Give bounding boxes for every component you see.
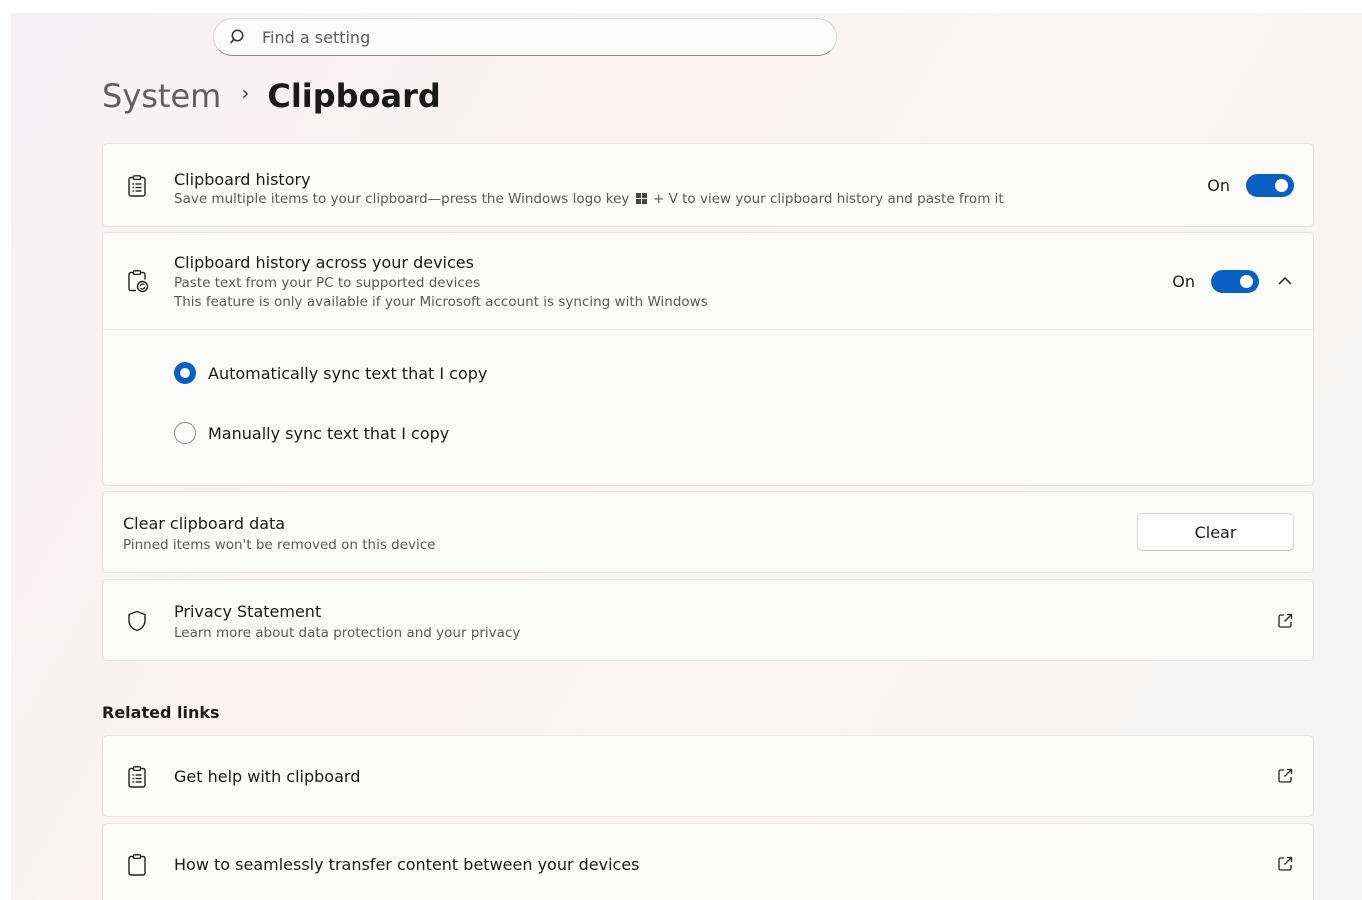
radio-auto-sync[interactable]: Automatically sync text that I copy	[174, 362, 487, 384]
clear-button[interactable]: Clear	[1137, 513, 1294, 551]
sync-devices-description-2: This feature is only available if your M…	[174, 294, 708, 310]
related-link-label: How to seamlessly transfer content betwe…	[174, 855, 640, 874]
clipboard-sync-icon	[128, 270, 149, 293]
external-link-icon[interactable]	[1276, 767, 1294, 785]
clear-data-card: Clear clipboard data Pinned items won't …	[102, 491, 1314, 573]
clipboard-icon	[128, 854, 146, 876]
radio-button-unselected[interactable]	[174, 422, 196, 444]
clipboard-list-icon	[128, 175, 146, 197]
sync-devices-title: Clipboard history across your devices	[174, 253, 474, 272]
privacy-statement-card[interactable]: Privacy Statement Learn more about data …	[102, 579, 1314, 661]
related-link-help[interactable]: Get help with clipboard	[102, 735, 1314, 817]
chevron-up-icon[interactable]	[1277, 275, 1293, 287]
clipboard-history-description: Save multiple items to your clipboard—pr…	[174, 191, 1004, 207]
privacy-title: Privacy Statement	[174, 602, 322, 621]
clear-data-title: Clear clipboard data	[123, 514, 286, 533]
sync-devices-toggle[interactable]	[1211, 270, 1259, 293]
toggle-state-label: On	[1207, 176, 1230, 195]
settings-window: Find a setting System › Clipboard Clipbo…	[11, 13, 1362, 900]
clipboard-history-toggle[interactable]	[1246, 174, 1294, 197]
breadcrumb: System › Clipboard	[102, 77, 441, 115]
clipboard-history-toggle-group: On	[1207, 174, 1294, 197]
expander-divider	[103, 329, 1313, 330]
clear-data-description: Pinned items won't be removed on this de…	[123, 537, 436, 553]
description-part-2: + V to view your clipboard history and p…	[652, 191, 1004, 207]
radio-label: Automatically sync text that I copy	[208, 363, 488, 383]
sync-devices-card: Clipboard history across your devices Pa…	[102, 232, 1314, 486]
clipboard-history-card: Clipboard history Save multiple items to…	[102, 143, 1314, 227]
privacy-description: Learn more about data protection and you…	[174, 625, 521, 641]
external-link-icon[interactable]	[1276, 855, 1294, 873]
shield-icon	[128, 610, 146, 632]
breadcrumb-system-link[interactable]: System	[102, 77, 221, 115]
toggle-state-label: On	[1172, 272, 1195, 291]
radio-label: Manually sync text that I copy	[208, 423, 450, 443]
radio-button-selected[interactable]	[174, 362, 196, 384]
search-input[interactable]: Find a setting	[262, 28, 370, 47]
related-link-label: Get help with clipboard	[174, 767, 361, 786]
search-box[interactable]: Find a setting	[213, 18, 837, 56]
page-title: Clipboard	[267, 77, 441, 115]
related-link-transfer[interactable]: How to seamlessly transfer content betwe…	[102, 823, 1314, 900]
clipboard-history-title: Clipboard history	[174, 170, 311, 189]
toggle-knob	[1240, 275, 1253, 288]
breadcrumb-chevron: ›	[241, 81, 250, 105]
windows-logo-icon	[635, 193, 647, 204]
external-link-icon[interactable]	[1276, 612, 1294, 630]
clipboard-list-icon	[128, 766, 146, 788]
sync-devices-toggle-group: On	[1172, 270, 1259, 293]
radio-manual-sync[interactable]: Manually sync text that I copy	[174, 422, 449, 444]
description-part-1: Save multiple items to your clipboard—pr…	[174, 191, 630, 207]
search-icon	[230, 29, 244, 44]
toggle-knob	[1275, 179, 1288, 192]
related-links-heading: Related links	[102, 703, 220, 722]
sync-devices-description-1: Paste text from your PC to supported dev…	[174, 275, 481, 291]
